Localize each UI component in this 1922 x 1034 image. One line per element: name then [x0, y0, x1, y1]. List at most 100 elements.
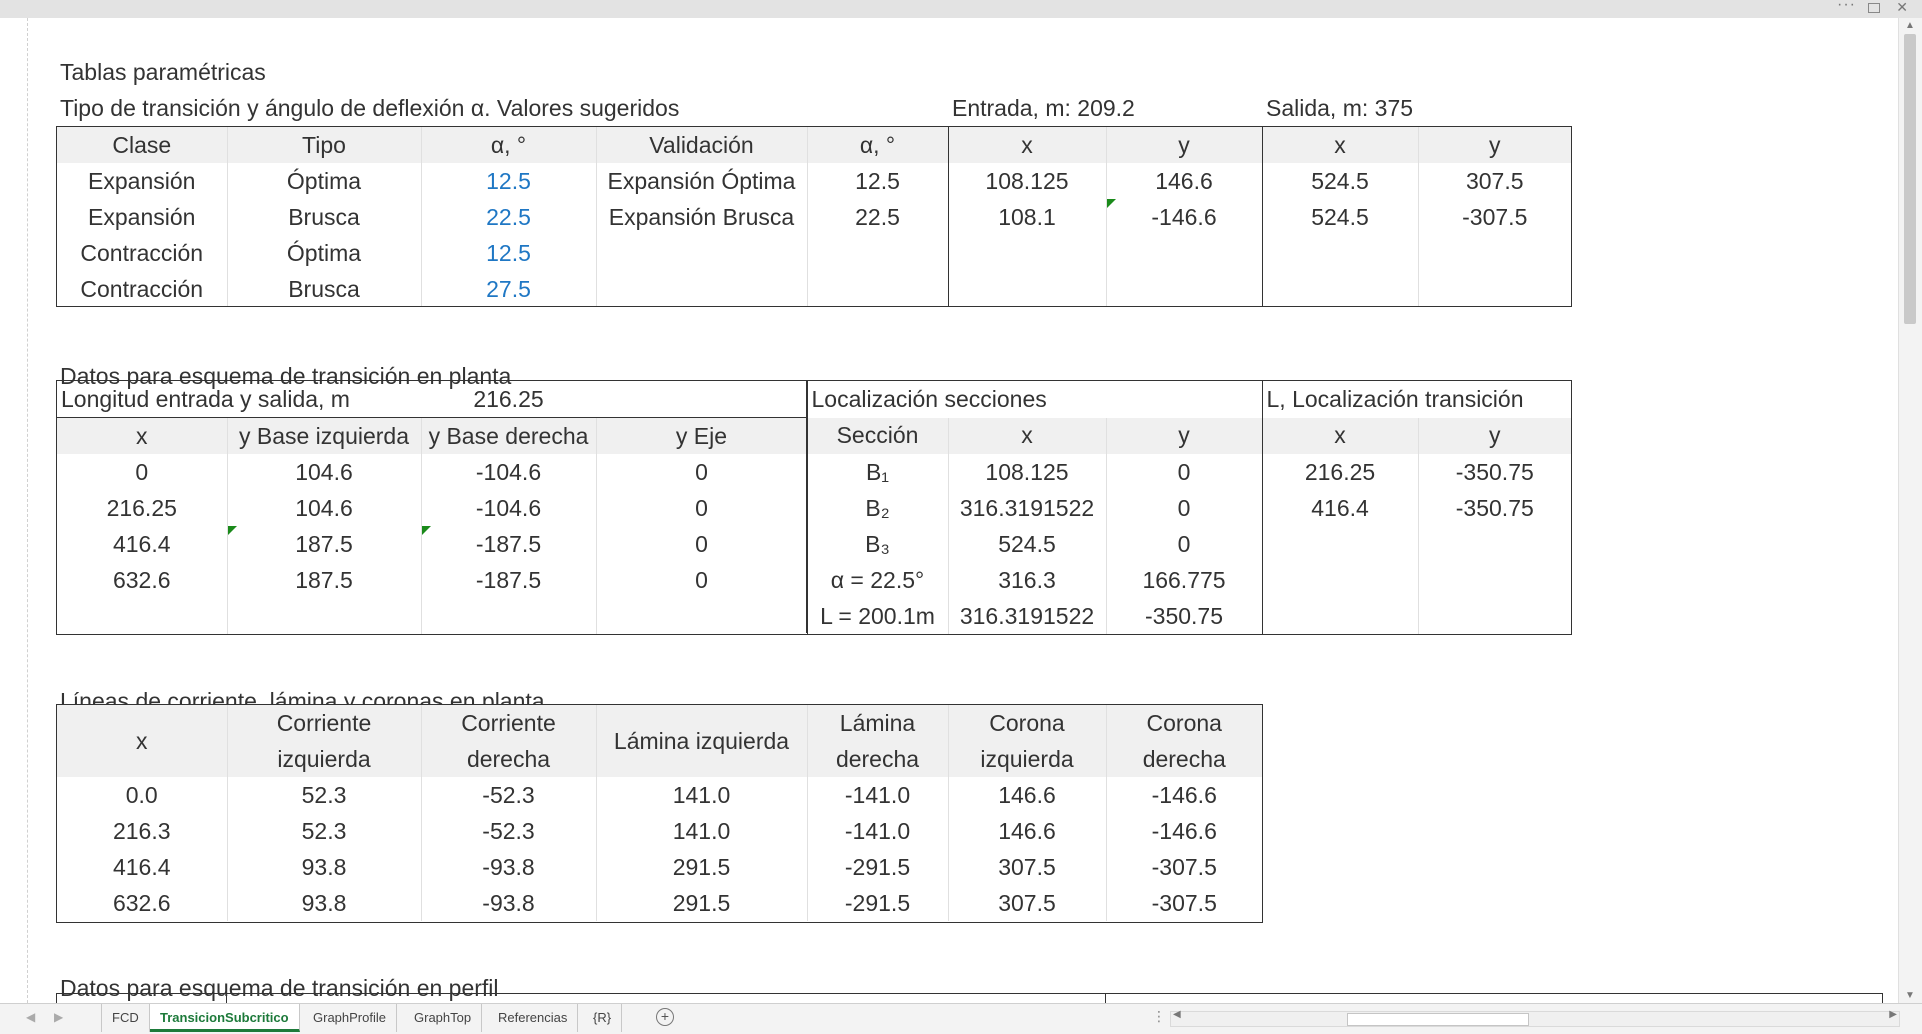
cell[interactable] — [1262, 235, 1419, 271]
horizontal-scrollbar[interactable]: ◀ ▶ — [1170, 1009, 1900, 1027]
cell[interactable] — [596, 235, 808, 271]
cell[interactable]: -52.3 — [421, 813, 597, 849]
cell[interactable]: Óptima — [227, 163, 422, 199]
cell[interactable]: -350.75 — [1418, 490, 1571, 526]
add-sheet-icon[interactable]: + — [656, 1008, 674, 1026]
tab-referencias[interactable]: Referencias — [488, 1004, 579, 1032]
cell[interactable] — [596, 271, 808, 307]
cell[interactable] — [807, 271, 949, 307]
cell[interactable]: -93.8 — [421, 849, 597, 885]
scroll-right-icon[interactable]: ▶ — [1889, 1009, 1897, 1020]
cell[interactable] — [596, 598, 808, 634]
cell[interactable]: 0 — [1106, 454, 1263, 490]
worksheet-canvas[interactable]: Tablas paramétricas Tipo de transición y… — [0, 18, 1898, 1003]
cell[interactable]: 141.0 — [596, 777, 808, 813]
cell[interactable]: -350.75 — [1418, 454, 1571, 490]
cell[interactable]: 146.6 — [948, 813, 1107, 849]
cell[interactable]: 632.6 — [57, 885, 228, 921]
tab-graph-top[interactable]: GraphTop — [404, 1004, 483, 1032]
cell[interactable]: B₃ — [807, 526, 949, 562]
cell[interactable]: -307.5 — [1106, 849, 1262, 885]
cell[interactable] — [1262, 598, 1419, 634]
cell[interactable]: -104.6 — [421, 490, 597, 526]
cell[interactable]: -307.5 — [1418, 199, 1571, 235]
input-cell[interactable]: 12.5 — [421, 163, 597, 199]
cell[interactable]: 166.775 — [1106, 562, 1263, 598]
cell[interactable]: 104.6 — [227, 454, 422, 490]
more-options-icon[interactable]: ··· — [1837, 0, 1856, 14]
cell[interactable] — [596, 381, 808, 418]
cell[interactable] — [948, 235, 1107, 271]
cell[interactable]: 291.5 — [596, 849, 808, 885]
cell[interactable]: 93.8 — [227, 885, 422, 921]
cell[interactable]: Contracción — [57, 271, 228, 307]
cell[interactable]: 291.5 — [596, 885, 808, 921]
cell[interactable]: B₁ — [807, 454, 949, 490]
cell[interactable]: 524.5 — [948, 526, 1107, 562]
cell[interactable]: 416.4 — [57, 526, 228, 562]
cell[interactable] — [421, 598, 597, 634]
cell[interactable]: 316.3191522 — [948, 490, 1107, 526]
cell-with-comment[interactable]: -146.6 — [1106, 199, 1263, 235]
cell[interactable]: 216.25 — [57, 490, 228, 526]
cell[interactable]: -141.0 — [807, 813, 949, 849]
cell[interactable]: 0 — [596, 454, 808, 490]
cell[interactable]: -52.3 — [421, 777, 597, 813]
cell[interactable]: 307.5 — [948, 885, 1107, 921]
scroll-left-icon[interactable]: ◀ — [1173, 1009, 1181, 1020]
scroll-up-icon[interactable]: ▲ — [1905, 20, 1915, 31]
cell[interactable]: 104.6 — [227, 490, 422, 526]
cell[interactable]: 316.3191522 — [948, 598, 1107, 634]
cell[interactable]: 416.4 — [57, 849, 228, 885]
cell[interactable]: 146.6 — [1106, 163, 1263, 199]
input-cell[interactable]: 12.5 — [421, 235, 597, 271]
input-cell[interactable]: 22.5 — [421, 199, 597, 235]
cell[interactable]: 108.125 — [948, 163, 1107, 199]
tab-transicion-subcritico[interactable]: TransicionSubcritico — [150, 1004, 300, 1032]
cell[interactable] — [1418, 235, 1571, 271]
restore-window-icon[interactable] — [1868, 3, 1880, 13]
cell[interactable]: 52.3 — [227, 813, 422, 849]
cell[interactable]: B₂ — [807, 490, 949, 526]
cell[interactable] — [1418, 526, 1571, 562]
cell[interactable]: 0 — [1106, 490, 1263, 526]
cell[interactable]: -350.75 — [1106, 598, 1263, 634]
cell[interactable]: -291.5 — [807, 849, 949, 885]
input-cell[interactable]: 27.5 — [421, 271, 597, 307]
cell[interactable] — [1262, 562, 1419, 598]
vertical-scrollbar[interactable]: ▲ ▼ — [1898, 18, 1922, 1003]
cell[interactable]: Expansión Óptima — [596, 163, 808, 199]
cell[interactable]: -146.6 — [1106, 813, 1262, 849]
cell[interactable]: -187.5 — [421, 562, 597, 598]
scroll-thumb[interactable] — [1904, 34, 1916, 324]
cell[interactable]: 0 — [596, 562, 808, 598]
cell[interactable]: 0.0 — [57, 777, 228, 813]
cell[interactable]: 187.5 — [227, 562, 422, 598]
cell[interactable]: Brusca — [227, 271, 422, 307]
cell[interactable]: α = 22.5° — [807, 562, 949, 598]
cell[interactable] — [1106, 235, 1263, 271]
cell[interactable]: 0 — [596, 490, 808, 526]
cell[interactable]: 524.5 — [1262, 199, 1419, 235]
cell[interactable] — [948, 271, 1107, 307]
cell[interactable] — [1418, 271, 1571, 307]
cell[interactable]: Expansión — [57, 199, 228, 235]
prev-sheet-icon[interactable]: ◀ — [26, 1010, 35, 1024]
cell[interactable]: 146.6 — [948, 777, 1107, 813]
cell[interactable]: 632.6 — [57, 562, 228, 598]
cell-with-comment[interactable]: -187.5 — [421, 526, 597, 562]
cell[interactable]: -146.6 — [1106, 777, 1262, 813]
cell-with-comment[interactable]: 187.5 — [227, 526, 422, 562]
cell[interactable]: Expansión Brusca — [596, 199, 808, 235]
cell[interactable]: 52.3 — [227, 777, 422, 813]
cell[interactable]: 141.0 — [596, 813, 808, 849]
cell[interactable] — [1106, 271, 1263, 307]
length-value-cell[interactable]: 216.25 — [421, 381, 596, 418]
cell[interactable]: 0 — [596, 526, 808, 562]
cell[interactable]: -141.0 — [807, 777, 949, 813]
cell[interactable] — [1262, 271, 1419, 307]
cell[interactable]: Expansión — [57, 163, 228, 199]
cell[interactable] — [1418, 562, 1571, 598]
cell[interactable]: 22.5 — [807, 199, 949, 235]
cell[interactable] — [1418, 598, 1571, 634]
